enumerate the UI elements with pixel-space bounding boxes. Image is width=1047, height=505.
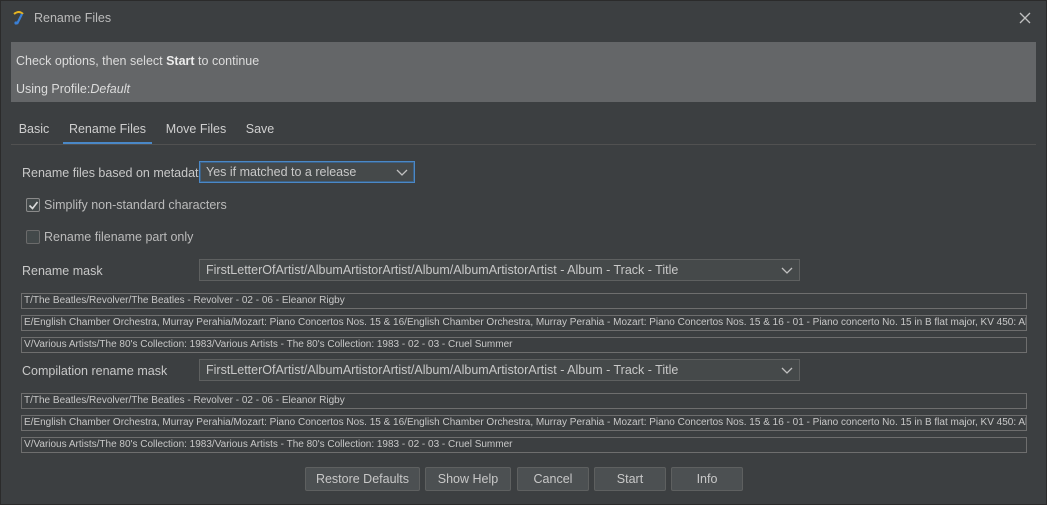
tab-move-files[interactable]: Move Files bbox=[161, 117, 231, 145]
compilation-mask-label: Compilation rename mask bbox=[22, 364, 168, 378]
tab-save[interactable]: Save bbox=[241, 117, 279, 145]
info-button[interactable]: Info bbox=[671, 467, 743, 491]
cancel-button[interactable]: Cancel bbox=[517, 467, 589, 491]
start-button[interactable]: Start bbox=[594, 467, 666, 491]
title-bar: Rename Files bbox=[1, 1, 1046, 35]
compilation-mask-dropdown[interactable]: FirstLetterOfArtist/AlbumArtistorArtist/… bbox=[199, 359, 800, 381]
instruction-bold: Start bbox=[166, 54, 195, 68]
rename-based-label: Rename files based on metadata bbox=[22, 166, 206, 180]
close-button[interactable] bbox=[1016, 9, 1034, 27]
show-help-button[interactable]: Show Help bbox=[425, 467, 511, 491]
tab-basic[interactable]: Basic bbox=[15, 117, 53, 145]
profile-text: Using Profile:Default bbox=[16, 82, 130, 96]
simplify-checkbox[interactable]: Simplify non-standard characters bbox=[26, 198, 227, 212]
window-title: Rename Files bbox=[34, 11, 112, 25]
profile-name: Default bbox=[90, 82, 130, 96]
rename-files-dialog: Rename Files Check options, then select … bbox=[0, 0, 1047, 505]
tab-rename-files[interactable]: Rename Files bbox=[63, 117, 152, 145]
compilation-mask-value: FirstLetterOfArtist/AlbumArtistorArtist/… bbox=[206, 363, 679, 377]
profile-label: Using Profile: bbox=[16, 82, 91, 96]
checkmark-icon bbox=[28, 201, 38, 210]
info-panel: Check options, then select Start to cont… bbox=[11, 42, 1036, 102]
compilation-preview-1: T/The Beatles/Revolver/The Beatles - Rev… bbox=[21, 393, 1027, 409]
tab-divider bbox=[11, 144, 1036, 145]
filename-only-label: Rename filename part only bbox=[44, 230, 194, 244]
filename-only-checkbox[interactable]: Rename filename part only bbox=[26, 230, 193, 244]
compilation-preview-2: E/English Chamber Orchestra, Murray Pera… bbox=[21, 415, 1027, 431]
app-logo-icon bbox=[13, 11, 24, 25]
rename-based-dropdown[interactable]: Yes if matched to a release bbox=[199, 161, 415, 183]
simplify-checkbox-box[interactable] bbox=[26, 198, 40, 212]
rename-mask-dropdown[interactable]: FirstLetterOfArtist/AlbumArtistorArtist/… bbox=[199, 259, 800, 281]
restore-defaults-button[interactable]: Restore Defaults bbox=[305, 467, 420, 491]
chevron-down-icon bbox=[396, 169, 408, 176]
rename-mask-value: FirstLetterOfArtist/AlbumArtistorArtist/… bbox=[206, 263, 679, 277]
rename-mask-label: Rename mask bbox=[22, 264, 103, 278]
rename-preview-1: T/The Beatles/Revolver/The Beatles - Rev… bbox=[21, 293, 1027, 309]
filename-only-checkbox-box[interactable] bbox=[26, 230, 40, 244]
tab-bar: Basic Rename Files Move Files Save bbox=[11, 117, 1036, 145]
rename-preview-3: V/Various Artists/The 80's Collection: 1… bbox=[21, 337, 1027, 353]
chevron-down-icon bbox=[781, 367, 793, 374]
rename-based-value: Yes if matched to a release bbox=[206, 165, 357, 179]
instruction-text: Check options, then select Start to cont… bbox=[16, 54, 259, 68]
instruction-suffix: to continue bbox=[194, 54, 260, 68]
simplify-label: Simplify non-standard characters bbox=[44, 198, 227, 212]
chevron-down-icon bbox=[781, 267, 793, 274]
instruction-prefix: Check options, then select bbox=[16, 54, 167, 68]
rename-preview-2: E/English Chamber Orchestra, Murray Pera… bbox=[21, 315, 1027, 331]
close-icon bbox=[1019, 12, 1031, 24]
compilation-preview-3: V/Various Artists/The 80's Collection: 1… bbox=[21, 437, 1027, 453]
